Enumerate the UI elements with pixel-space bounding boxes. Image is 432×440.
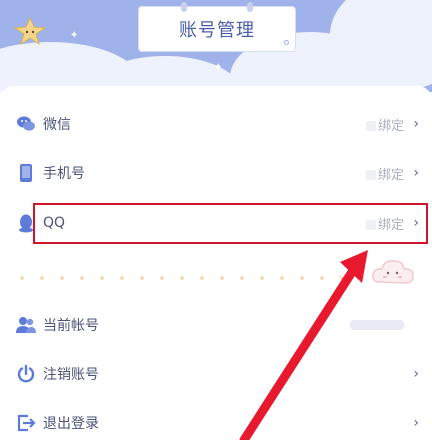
dotted-divider <box>20 276 404 280</box>
star-icon <box>12 16 48 46</box>
logout-label: 退出登录 <box>43 416 99 432</box>
cloud-mascot-icon <box>370 256 416 288</box>
phone-row[interactable]: 手机号 绑定 › <box>0 155 432 191</box>
qq-highlight-box <box>33 203 428 244</box>
header-banner: ✦ ✦ 账号管理 <box>0 0 432 92</box>
power-icon <box>16 364 36 384</box>
page-title-card: 账号管理 <box>138 2 296 52</box>
sparkle-icon: ✦ <box>214 62 223 73</box>
current-account-row[interactable]: 当前帐号 <box>0 307 432 343</box>
deactivate-account-label: 注销账号 <box>43 367 99 383</box>
phone-status: 绑定 <box>366 164 404 183</box>
sparkle-icon: ✦ <box>70 30 79 41</box>
wechat-icon <box>16 114 36 134</box>
current-account-value <box>350 320 404 330</box>
chevron-right-icon: › <box>413 415 419 431</box>
current-account-label: 当前帐号 <box>43 318 99 334</box>
chevron-right-icon: › <box>413 165 419 181</box>
chevron-right-icon: › <box>413 366 419 382</box>
phone-icon <box>16 163 36 183</box>
page-title: 账号管理 <box>179 20 255 41</box>
user-group-icon <box>16 315 36 335</box>
wechat-row[interactable]: 微信 绑定 › <box>0 106 432 142</box>
wechat-label: 微信 <box>43 117 71 133</box>
logout-row[interactable]: 退出登录 › <box>0 405 432 440</box>
phone-label: 手机号 <box>43 166 85 182</box>
logout-icon <box>16 413 36 433</box>
chevron-right-icon: › <box>413 116 419 132</box>
deactivate-account-row[interactable]: 注销账号 › <box>0 356 432 392</box>
wechat-status: 绑定 <box>366 115 404 134</box>
